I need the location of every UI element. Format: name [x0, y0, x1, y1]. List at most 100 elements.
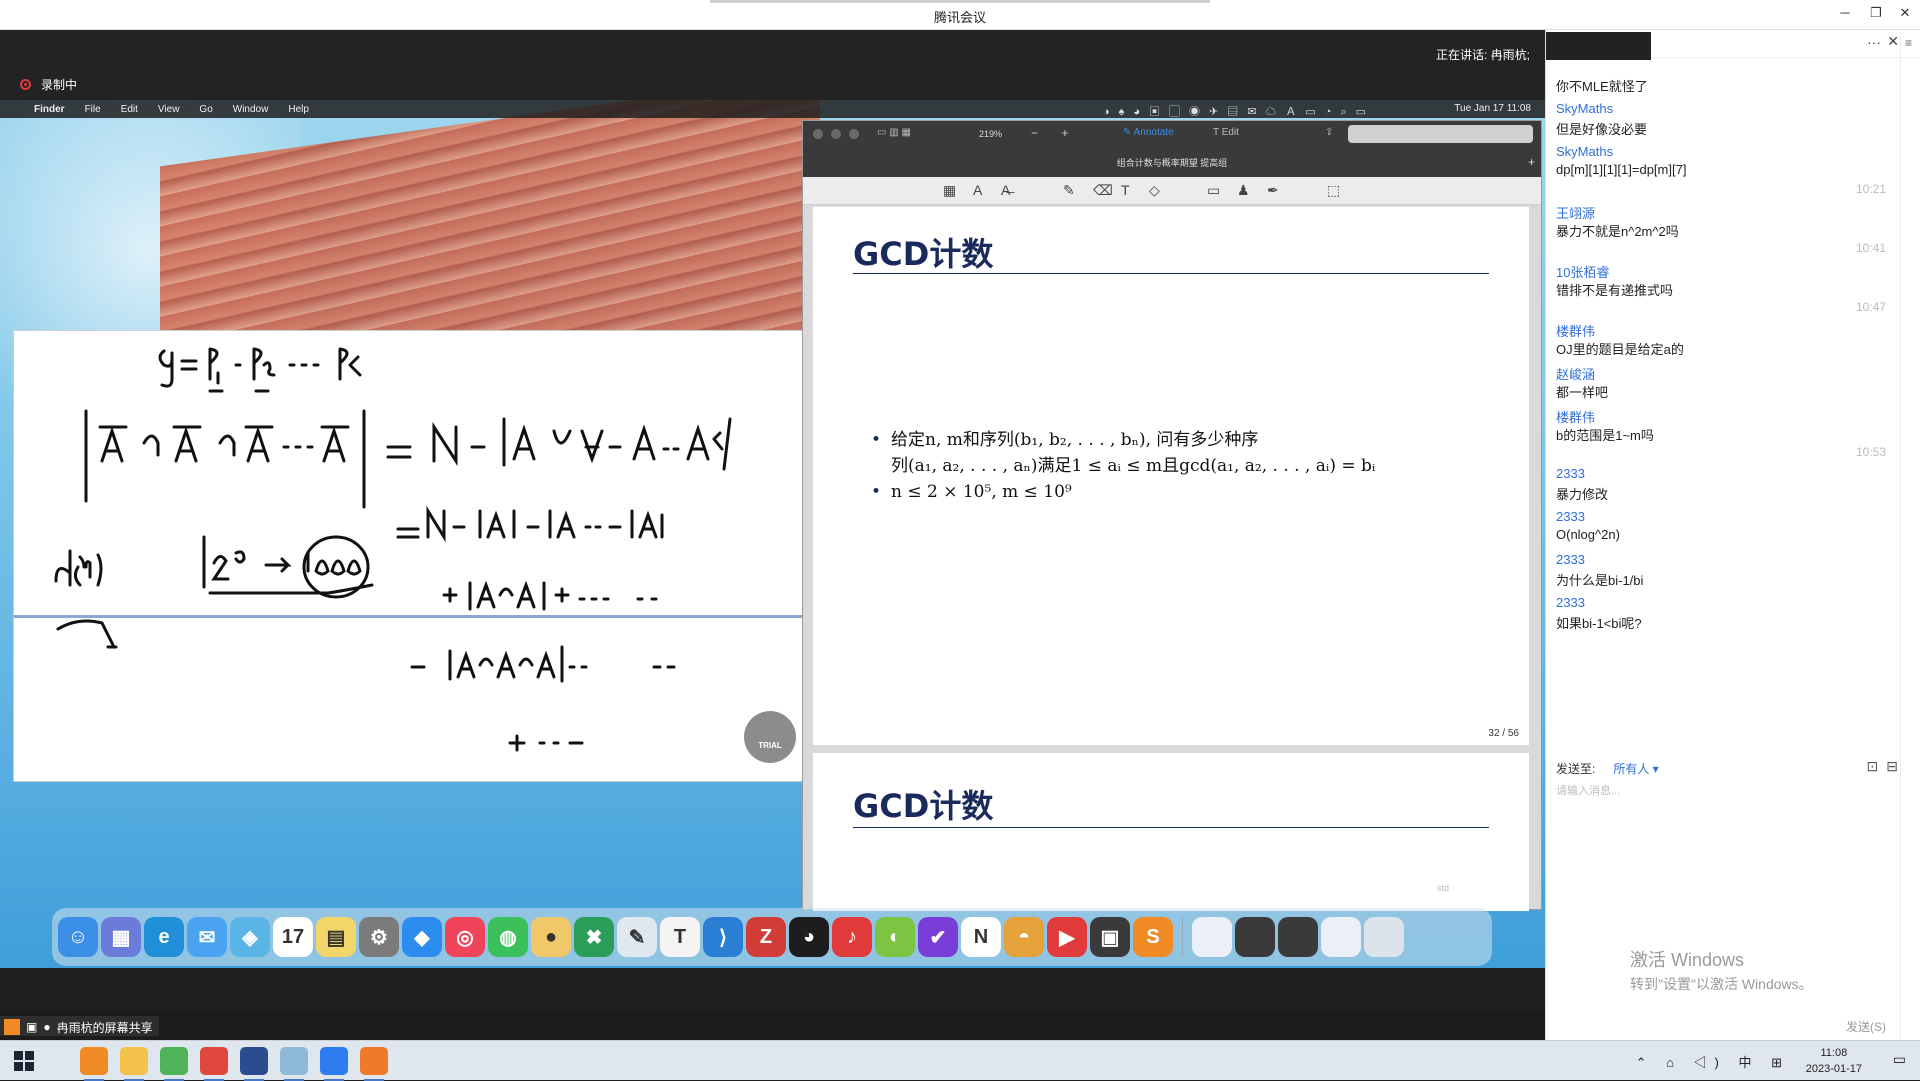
system-tray[interactable]: ⌃ ⌂ ◁) 中 ⊞ [1636, 1052, 1790, 1071]
taskbar-file-explorer-icon[interactable] [120, 1047, 148, 1081]
close-dot-icon[interactable] [813, 129, 823, 139]
dock-pdf-expert-icon[interactable]: ▶ [1047, 917, 1087, 957]
chat-sender[interactable]: SkyMaths [1556, 144, 1886, 162]
screen-share-label[interactable]: ▣ ● 冉雨杭的屏幕共享 [0, 1016, 159, 1036]
text-highlight-icon[interactable]: ▦ [943, 182, 956, 199]
pdf-page-32[interactable]: GCD计数 给定n, m和序列(b₁, b₂, . . . , bₙ), 问有多… [813, 207, 1529, 745]
chat-sender[interactable]: 10张栢睿 [1556, 262, 1886, 280]
chat-tools[interactable]: ⊡⊟ [1867, 758, 1906, 775]
dock-notes-icon[interactable]: ▤ [316, 917, 356, 957]
pdf-viewer-window[interactable]: ▭ ▥ ▦ 219% − + ✎ Annotate T Edit ⇪ 组合计数与… [802, 120, 1542, 911]
chat-message-list[interactable]: 你不MLE就怪了 SkyMaths 但是好像没必要 SkyMaths dp[m][1][… [1556, 76, 1886, 633]
dock-window-2-icon[interactable] [1235, 917, 1275, 957]
dock-finder-icon[interactable]: ☺ [58, 917, 98, 957]
chat-sender[interactable]: 王翊源 [1556, 203, 1886, 221]
video-thumbnail[interactable] [1546, 32, 1651, 60]
dock-netease-music-icon[interactable]: ♪ [832, 917, 872, 957]
zoom-level[interactable]: 219% [979, 129, 1002, 139]
taskbar-notepad-icon[interactable] [280, 1047, 308, 1081]
taskbar-tencent-meeting-icon[interactable] [320, 1047, 348, 1081]
dock-screenshot-icon[interactable]: ▣ [1090, 917, 1130, 957]
recipient-select[interactable]: 所有人 ▾ [1613, 762, 1658, 776]
zoom-controls[interactable]: − + [1031, 126, 1078, 140]
pdf-page-33[interactable]: GCD计数 std [813, 753, 1529, 911]
window-controls[interactable] [813, 129, 859, 139]
chat-sender[interactable]: 楼群伟 [1556, 321, 1886, 339]
dock-window-4-icon[interactable] [1321, 917, 1361, 957]
menu-icon[interactable]: ≡ [1905, 36, 1912, 50]
drag-handle[interactable] [710, 0, 1210, 3]
screenshot-icon[interactable]: ⊟ [1886, 758, 1906, 774]
dock-app-yellow-icon[interactable]: ● [531, 917, 571, 957]
comment-icon[interactable]: ▭ [1207, 182, 1220, 199]
menu-edit[interactable]: Edit [121, 104, 138, 115]
stamp-icon[interactable]: ♟ [1237, 182, 1250, 199]
trial-badge[interactable]: TRIAL [744, 711, 796, 763]
dock-qq-icon[interactable]: ◕ [789, 917, 829, 957]
dock-app-green-icon[interactable]: ◐ [875, 917, 915, 957]
dock-app-orange-icon[interactable]: ◓ [1004, 917, 1044, 957]
taskbar-chrome-icon[interactable] [200, 1047, 228, 1081]
dock-xmind-icon[interactable]: ✖ [574, 917, 614, 957]
restore-button[interactable]: ❐ [1866, 5, 1886, 21]
more-icon[interactable]: ··· [1867, 34, 1881, 50]
strikethrough-icon[interactable]: A̶ [1001, 182, 1010, 198]
annotate-button[interactable]: ✎ Annotate [1123, 127, 1174, 138]
dock-mail-icon[interactable]: ✉ [187, 917, 227, 957]
dock-editor-icon[interactable]: ✎ [617, 917, 657, 957]
taskbar-sublime-text-icon[interactable] [80, 1047, 108, 1081]
eraser-icon[interactable]: ⌫ [1093, 182, 1113, 199]
chat-sender[interactable]: 楼群伟 [1556, 407, 1886, 425]
chat-sender[interactable]: SkyMaths [1556, 101, 1886, 119]
dock-vscode-icon[interactable]: ⟩ [703, 917, 743, 957]
sidebar-toggle-icon[interactable]: ▭ ▥ ▦ [877, 127, 911, 138]
taskbar-clock[interactable]: 11:08 2023-01-17 [1806, 1045, 1862, 1077]
menu-app-name[interactable]: Finder [34, 104, 65, 115]
whiteboard-window[interactable]: TRIAL [13, 330, 816, 783]
menu-view[interactable]: View [158, 104, 180, 115]
new-tab-icon[interactable]: + [1528, 155, 1535, 169]
text-tool-icon[interactable]: T [1121, 182, 1130, 198]
edit-button[interactable]: T Edit [1213, 127, 1239, 138]
shape-icon[interactable]: ◇ [1149, 182, 1160, 199]
send-button[interactable]: 发送(S) [1846, 1018, 1886, 1035]
menu-help[interactable]: Help [288, 104, 309, 115]
dock-netease-icon[interactable]: ◎ [445, 917, 485, 957]
dock-typora-icon[interactable]: T [660, 917, 700, 957]
menu-window[interactable]: Window [233, 104, 269, 115]
dock-todo-icon[interactable]: ✔ [918, 917, 958, 957]
minimize-dot-icon[interactable] [831, 129, 841, 139]
dock-edge-icon[interactable]: e [144, 917, 184, 957]
dock-lark-icon[interactable]: ◆ [402, 917, 442, 957]
search-field[interactable] [1348, 125, 1533, 143]
chat-sender[interactable]: 赵峻涵 [1556, 364, 1886, 382]
chat-sender[interactable]: 2333 [1556, 595, 1886, 613]
dock-trash-icon[interactable] [1364, 917, 1404, 957]
dock-sublime-icon[interactable]: S [1133, 917, 1173, 957]
dock-window-1-icon[interactable] [1192, 917, 1232, 957]
menu-file[interactable]: File [85, 104, 101, 115]
chat-sender[interactable]: 2333 [1556, 466, 1886, 484]
folder-icon[interactable]: ⊡ [1867, 758, 1887, 774]
crop-icon[interactable]: ⬚ [1327, 182, 1340, 199]
pen-icon[interactable]: ✎ [1063, 182, 1075, 199]
recording-indicator[interactable]: 录制中 [20, 76, 77, 93]
dock-calendar-icon[interactable]: 17 [273, 917, 313, 957]
handwriting-canvas[interactable] [14, 331, 816, 783]
chat-sender[interactable]: 2333 [1556, 552, 1886, 570]
dock-window-3-icon[interactable] [1278, 917, 1318, 957]
menu-go[interactable]: Go [199, 104, 212, 115]
close-button[interactable]: ✕ [1895, 5, 1915, 21]
signature-icon[interactable]: ✒ [1267, 182, 1279, 199]
dock-maps-icon[interactable]: ◈ [230, 917, 270, 957]
dock-zotero-icon[interactable]: Z [746, 917, 786, 957]
dock-launchpad-icon[interactable]: ▦ [101, 917, 141, 957]
dock-settings-icon[interactable]: ⚙ [359, 917, 399, 957]
windows-start-icon[interactable] [14, 1051, 34, 1071]
close-chat-icon[interactable]: ✕ [1887, 33, 1899, 50]
mac-clock[interactable]: Tue Jan 17 11:08 [1454, 103, 1531, 114]
minimize-button[interactable]: ─ [1835, 5, 1855, 20]
notification-icon[interactable]: ▭ [1893, 1051, 1906, 1068]
taskbar-firefox-icon[interactable] [360, 1047, 388, 1081]
taskbar-dev-cpp-icon[interactable] [240, 1047, 268, 1081]
